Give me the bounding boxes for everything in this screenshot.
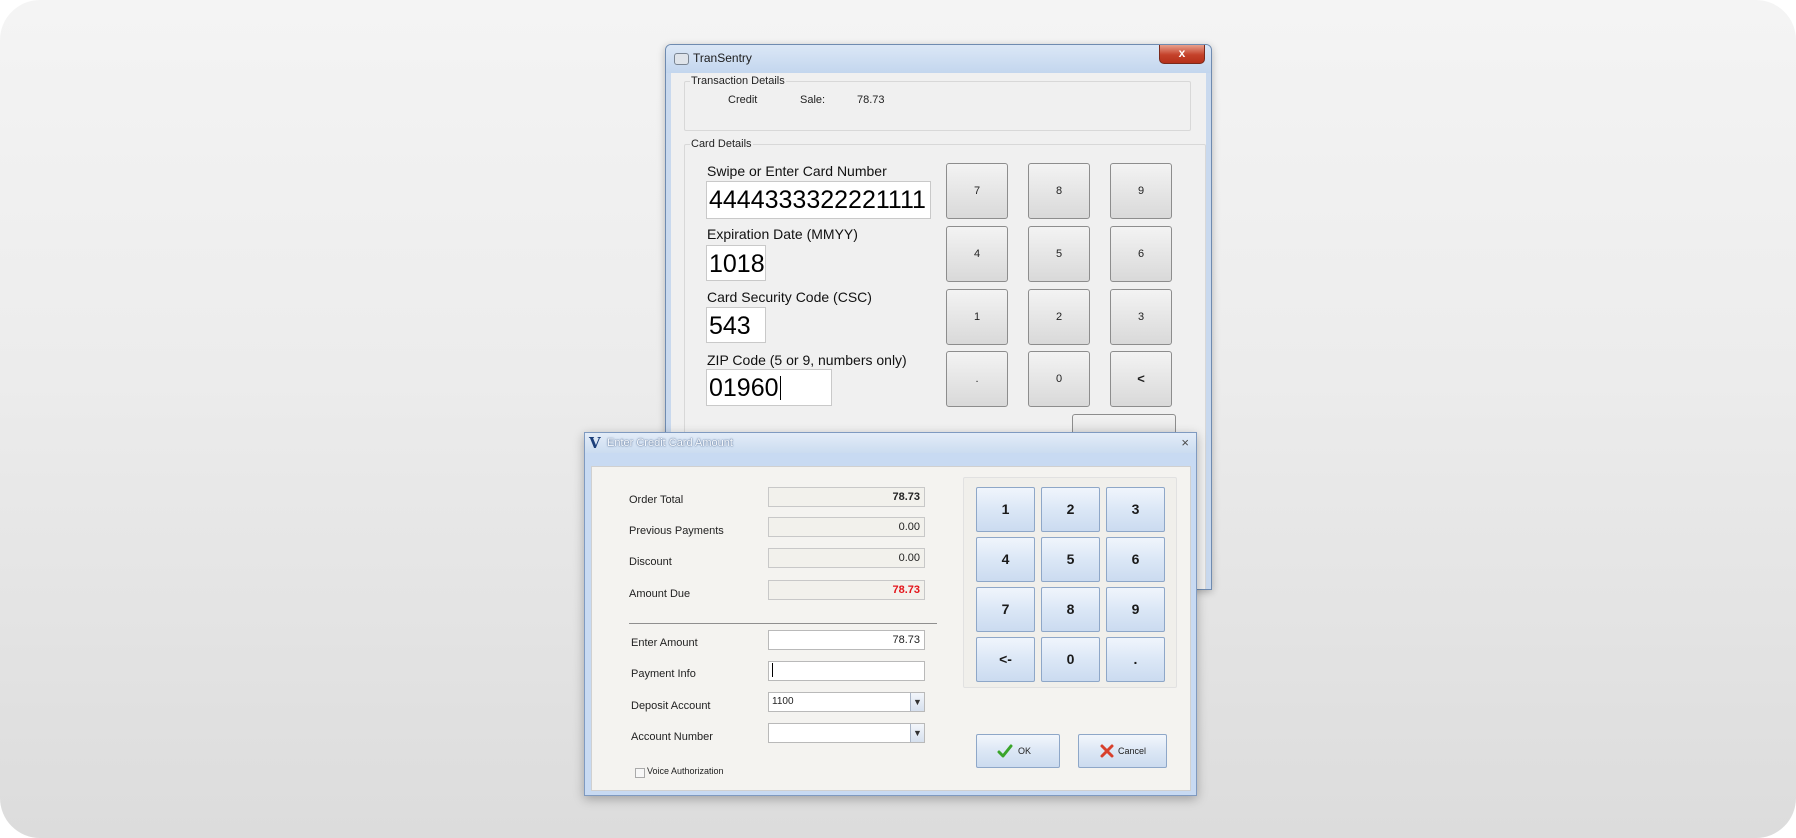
card-details-legend: Card Details — [690, 138, 753, 150]
dialog-key-6[interactable]: 6 — [1106, 537, 1165, 582]
keypad-key-8[interactable]: 8 — [1028, 163, 1090, 219]
chevron-down-icon[interactable]: ▼ — [910, 724, 924, 742]
keypad-key-3[interactable]: 3 — [1110, 289, 1172, 345]
dialog-key-backspace[interactable]: <- — [976, 637, 1035, 682]
v-logo-icon: V — [589, 434, 601, 452]
keypad-key-7[interactable]: 7 — [946, 163, 1008, 219]
dialog-title: Enter Credit Card Amount — [607, 437, 733, 449]
divider — [629, 623, 937, 624]
account-number-label: Account Number — [631, 731, 713, 743]
deposit-account-value: 1100 — [772, 696, 794, 707]
dialog-key-4[interactable]: 4 — [976, 537, 1035, 582]
discount-label: Discount — [629, 556, 672, 568]
sale-label: Sale: — [800, 94, 826, 106]
dialog-keypad-panel: 1 2 3 4 5 6 7 8 9 <- 0 . — [963, 477, 1177, 688]
cancel-x-icon — [1100, 744, 1114, 758]
account-number-select[interactable]: ▼ — [768, 723, 925, 743]
order-total-field: 78.73 — [768, 487, 925, 507]
enter-amount-label: Enter Amount — [631, 637, 698, 649]
cancel-button[interactable]: Cancel — [1078, 734, 1167, 768]
card-number-label: Swipe or Enter Card Number — [707, 163, 887, 179]
close-button[interactable]: x — [1159, 45, 1205, 64]
dialog-titlebar: V Enter Credit Card Amount × — [585, 433, 1196, 453]
transaction-details-group — [684, 81, 1191, 131]
deposit-account-label: Deposit Account — [631, 700, 711, 712]
text-caret — [772, 663, 773, 677]
dialog-key-5[interactable]: 5 — [1041, 537, 1100, 582]
keypad-key-5[interactable]: 5 — [1028, 226, 1090, 282]
zip-input[interactable]: 01960 — [706, 369, 832, 406]
order-total-label: Order Total — [629, 494, 684, 506]
ok-button[interactable]: OK — [976, 734, 1060, 768]
dialog-key-3[interactable]: 3 — [1106, 487, 1165, 532]
screenshot-background: TranSentry x Transaction Details Credit … — [0, 0, 1796, 838]
amount-due-label: Amount Due — [629, 588, 691, 600]
keypad-key-6[interactable]: 6 — [1110, 226, 1172, 282]
app-icon — [674, 53, 689, 65]
keypad-key-4[interactable]: 4 — [946, 226, 1008, 282]
expiration-input[interactable]: 1018 — [706, 245, 766, 281]
transaction-type: Credit — [728, 94, 758, 106]
keypad-key-9[interactable]: 9 — [1110, 163, 1172, 219]
csc-input[interactable]: 543 — [706, 307, 766, 343]
enter-amount-input[interactable]: 78.73 — [768, 630, 925, 650]
transentry-titlebar: TranSentry x — [666, 45, 1211, 73]
transaction-details-legend: Transaction Details — [690, 75, 786, 87]
window-title: TranSentry — [693, 51, 752, 65]
dialog-key-0[interactable]: 0 — [1041, 637, 1100, 682]
text-caret — [779, 376, 781, 400]
discount-field: 0.00 — [768, 548, 925, 568]
keypad-key-dot[interactable]: . — [946, 351, 1008, 407]
dialog-key-1[interactable]: 1 — [976, 487, 1035, 532]
previous-payments-field: 0.00 — [768, 517, 925, 537]
voice-authorization-checkbox[interactable] — [635, 768, 645, 778]
chevron-down-icon[interactable]: ▼ — [910, 693, 924, 711]
dialog-key-8[interactable]: 8 — [1041, 587, 1100, 632]
sale-amount: 78.73 — [857, 94, 885, 106]
keypad-key-1[interactable]: 1 — [946, 289, 1008, 345]
card-number-input[interactable]: 4444333322221111 — [706, 181, 931, 219]
keypad-key-2[interactable]: 2 — [1028, 289, 1090, 345]
payment-info-input[interactable] — [768, 661, 925, 681]
payment-info-label: Payment Info — [631, 668, 696, 680]
dialog-body: Order Total 78.73 Previous Payments 0.00… — [591, 466, 1191, 791]
dialog-key-2[interactable]: 2 — [1041, 487, 1100, 532]
dialog-key-9[interactable]: 9 — [1106, 587, 1165, 632]
csc-label: Card Security Code (CSC) — [707, 289, 872, 305]
check-icon — [997, 744, 1013, 758]
zip-value: 01960 — [709, 374, 779, 402]
dialog-close-button[interactable]: × — [1181, 435, 1189, 450]
expiration-label: Expiration Date (MMYY) — [707, 226, 858, 242]
ok-label: OK — [1018, 746, 1032, 756]
credit-card-amount-dialog: V Enter Credit Card Amount × Order Total… — [584, 432, 1197, 796]
voice-authorization-label: Voice Authorization — [647, 766, 724, 776]
keypad-key-0[interactable]: 0 — [1028, 351, 1090, 407]
dialog-key-7[interactable]: 7 — [976, 587, 1035, 632]
keypad-key-backspace[interactable]: < — [1110, 351, 1172, 407]
cancel-label: Cancel — [1118, 746, 1147, 756]
previous-payments-label: Previous Payments — [629, 525, 724, 537]
zip-label: ZIP Code (5 or 9, numbers only) — [707, 352, 907, 368]
deposit-account-select[interactable]: 1100 ▼ — [768, 692, 925, 712]
amount-due-field: 78.73 — [768, 580, 925, 600]
dialog-key-dot[interactable]: . — [1106, 637, 1165, 682]
